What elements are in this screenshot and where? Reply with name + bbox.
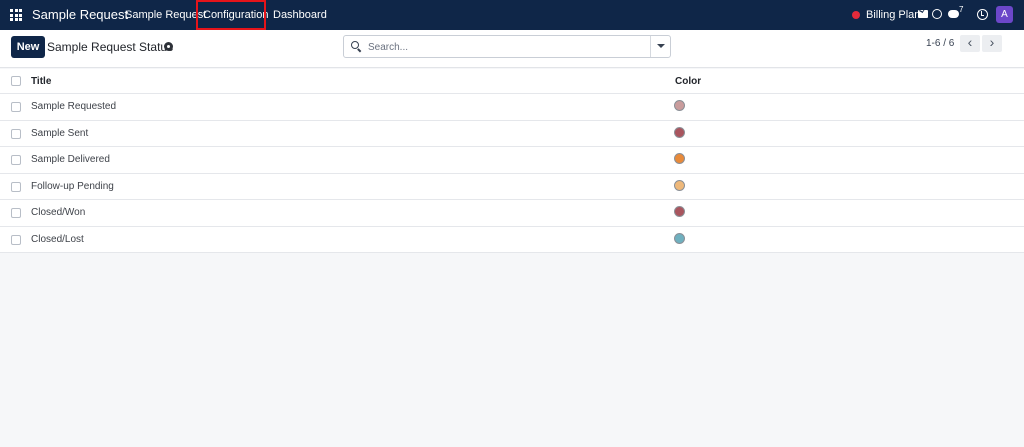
- search-bar[interactable]: [343, 35, 671, 58]
- table-row[interactable]: Sample Sent: [0, 121, 1024, 147]
- row-title[interactable]: Sample Requested: [31, 101, 116, 112]
- activity-clock-icon[interactable]: [977, 9, 988, 20]
- color-swatch[interactable]: [674, 179, 685, 191]
- row-title[interactable]: Closed/Won: [31, 207, 85, 218]
- gear-icon[interactable]: [164, 42, 173, 51]
- table-row[interactable]: Closed/Lost: [0, 227, 1024, 253]
- app-brand[interactable]: Sample Request: [32, 7, 128, 22]
- breadcrumb-title: Sample Request Status: [47, 40, 174, 54]
- pager-previous-button[interactable]: ‹: [960, 35, 980, 52]
- list-view: Title Color Sample Requested Sample Sent S…: [0, 69, 1024, 253]
- chat-icon[interactable]: [948, 10, 959, 18]
- apps-grid-icon[interactable]: [10, 9, 22, 21]
- mail-icon[interactable]: [918, 10, 928, 18]
- user-avatar[interactable]: A: [996, 6, 1013, 23]
- row-checkbox[interactable]: [11, 208, 21, 218]
- table-row[interactable]: Sample Requested: [0, 94, 1024, 121]
- search-input[interactable]: [368, 39, 638, 55]
- select-all-checkbox[interactable]: [11, 76, 21, 86]
- row-title[interactable]: Follow-up Pending: [31, 181, 114, 192]
- color-swatch[interactable]: [674, 232, 685, 244]
- whatsapp-icon[interactable]: [932, 9, 942, 19]
- row-title[interactable]: Sample Delivered: [31, 154, 110, 165]
- color-swatch[interactable]: [674, 206, 685, 217]
- row-checkbox[interactable]: [11, 102, 21, 112]
- list-header-row: Title Color: [0, 69, 1024, 94]
- column-header-color[interactable]: Color: [675, 76, 701, 87]
- row-checkbox[interactable]: [11, 128, 21, 139]
- color-swatch[interactable]: [674, 153, 685, 164]
- billing-status-dot: [852, 11, 860, 19]
- row-checkbox[interactable]: [11, 234, 21, 245]
- row-title[interactable]: Closed/Lost: [31, 234, 84, 245]
- row-checkbox[interactable]: [11, 155, 21, 165]
- table-row[interactable]: Closed/Won: [0, 200, 1024, 227]
- search-options-dropdown[interactable]: [650, 36, 670, 57]
- row-title[interactable]: Sample Sent: [31, 128, 88, 139]
- control-panel: New Sample Request Status 1-6 / 6 ‹ ›: [0, 30, 1024, 68]
- configuration-highlight-box: [196, 0, 266, 30]
- color-swatch[interactable]: [674, 126, 685, 138]
- column-header-title[interactable]: Title: [31, 76, 51, 87]
- table-row[interactable]: Follow-up Pending: [0, 174, 1024, 200]
- row-checkbox[interactable]: [11, 181, 21, 192]
- top-navbar: Sample Request Sample Request Configurat…: [0, 0, 1024, 30]
- pager-value[interactable]: 1-6 / 6: [926, 38, 954, 49]
- search-icon: [351, 41, 359, 49]
- billing-plan-link[interactable]: Billing Plan: [866, 9, 920, 21]
- table-row[interactable]: Sample Delivered: [0, 147, 1024, 174]
- chat-count-badge: 7: [959, 5, 964, 14]
- pager-next-button[interactable]: ›: [982, 35, 1002, 52]
- menu-sample-request[interactable]: Sample Request: [125, 9, 206, 21]
- color-swatch[interactable]: [674, 100, 685, 111]
- new-button[interactable]: New: [11, 36, 45, 58]
- menu-dashboard[interactable]: Dashboard: [273, 9, 327, 21]
